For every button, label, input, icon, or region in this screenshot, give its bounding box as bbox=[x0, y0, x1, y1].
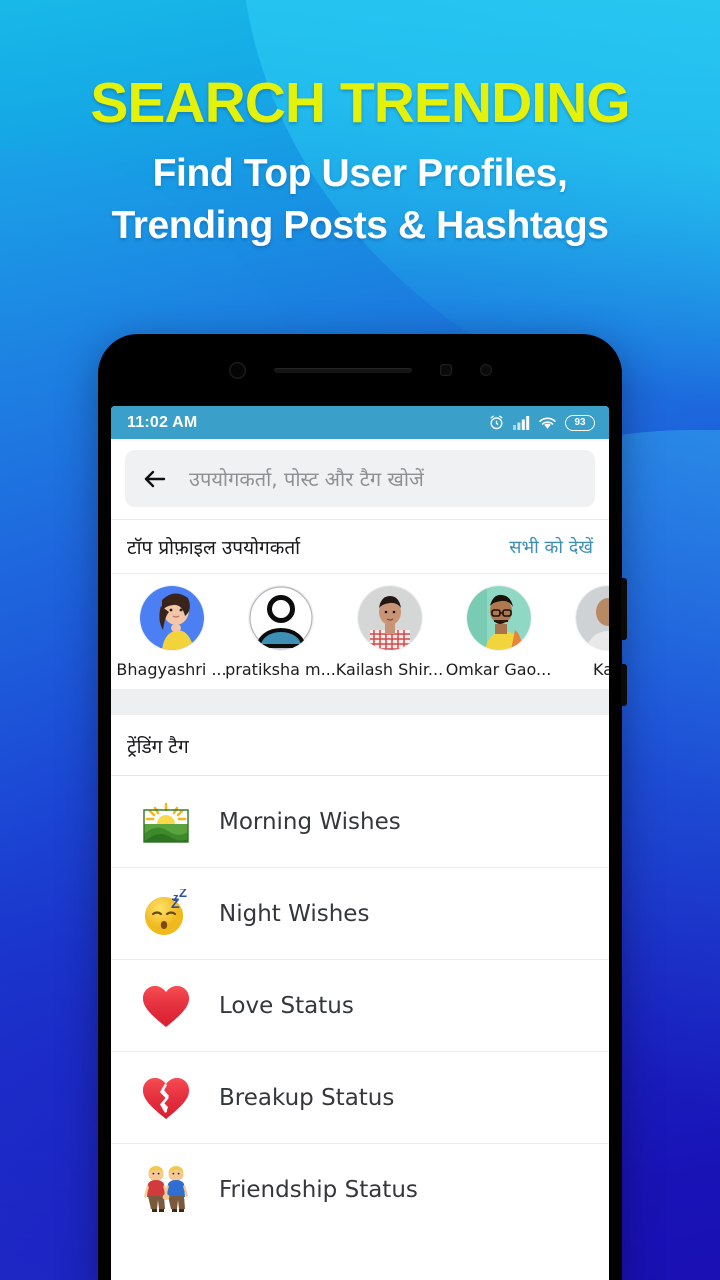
avatar[interactable] bbox=[248, 586, 313, 650]
list-item[interactable]: Friendship Status bbox=[111, 1143, 609, 1235]
front-camera-icon bbox=[228, 361, 246, 379]
wifi-icon bbox=[538, 416, 557, 430]
see-all-link[interactable]: सभी को देखें bbox=[509, 535, 593, 559]
volume-button[interactable] bbox=[621, 578, 627, 640]
broken-heart-emoji bbox=[139, 1071, 193, 1125]
status-bar: 11:02 AM 93 bbox=[111, 406, 609, 439]
profile-name: Bhagyashri ... bbox=[116, 660, 227, 679]
profile-name: Kail bbox=[593, 660, 609, 679]
profile-name: Kailash Shir... bbox=[335, 660, 444, 679]
signal-icon bbox=[513, 415, 530, 430]
alarm-icon bbox=[488, 414, 505, 431]
section-divider bbox=[111, 689, 609, 715]
search-input[interactable]: उपयोगकर्ता, पोस्ट और टैग खोजें bbox=[189, 465, 424, 492]
list-item[interactable]: Breakup Status bbox=[111, 1051, 609, 1143]
avatar[interactable] bbox=[357, 586, 422, 650]
trending-tags-list: Morning Wishes z Z Z Night Wishes Love S… bbox=[111, 775, 609, 1235]
list-item-label: Night Wishes bbox=[219, 900, 370, 927]
list-item-label: Morning Wishes bbox=[219, 808, 401, 835]
back-arrow-icon[interactable] bbox=[141, 465, 169, 493]
promo-subtitle-line-2: Trending Posts & Hashtags bbox=[111, 204, 609, 247]
profile-item[interactable]: Kail bbox=[553, 586, 609, 679]
svg-text:Z: Z bbox=[171, 895, 180, 911]
promo-headline: SEARCH TRENDING Find Top User Profiles, … bbox=[0, 70, 720, 252]
list-item-label: Breakup Status bbox=[219, 1084, 395, 1111]
phone-mockup: 11:02 AM 93 उपयोगकर्ता, पोस्ट और टैग खोज… bbox=[98, 334, 627, 1280]
profile-item[interactable]: Bhagyashri ... bbox=[116, 586, 227, 679]
list-item-label: Love Status bbox=[219, 992, 354, 1019]
trending-tags-header: ट्रेंडिंग टैग bbox=[111, 715, 609, 775]
phone-screen: 11:02 AM 93 उपयोगकर्ता, पोस्ट और टैग खोज… bbox=[111, 406, 609, 1280]
avatar[interactable] bbox=[575, 586, 609, 650]
search-section: उपयोगकर्ता, पोस्ट और टैग खोजें bbox=[111, 439, 609, 519]
list-item[interactable]: Morning Wishes bbox=[111, 775, 609, 867]
avatar[interactable] bbox=[139, 586, 204, 650]
proximity-sensor-icon bbox=[439, 364, 452, 376]
top-profiles-list[interactable]: Bhagyashri ... pratiksha m... Kailash Sh… bbox=[111, 573, 609, 689]
svg-text:Z: Z bbox=[179, 889, 187, 900]
avatar[interactable] bbox=[466, 586, 531, 650]
profile-name: pratiksha m... bbox=[225, 660, 336, 679]
profile-item[interactable]: Omkar Gao... bbox=[444, 586, 553, 679]
two-men-holding-hands-emoji bbox=[139, 1163, 193, 1217]
top-profiles-header: टॉप प्रोफ़ाइल उपयोगकर्ता सभी को देखें bbox=[111, 519, 609, 573]
promo-title: SEARCH TRENDING bbox=[90, 71, 630, 135]
promo-screenshot: SEARCH TRENDING Find Top User Profiles, … bbox=[0, 0, 720, 1280]
promo-subtitle-line-1: Find Top User Profiles, bbox=[152, 152, 568, 195]
list-item[interactable]: z Z Z Night Wishes bbox=[111, 867, 609, 959]
sleeping-face-emoji: z Z Z bbox=[139, 887, 193, 941]
list-item[interactable]: Love Status bbox=[111, 959, 609, 1051]
light-sensor-icon bbox=[479, 364, 492, 376]
status-bar-time: 11:02 AM bbox=[127, 413, 198, 431]
profile-item[interactable]: Kailash Shir... bbox=[335, 586, 444, 679]
earpiece-speaker bbox=[273, 367, 412, 373]
power-button[interactable] bbox=[621, 664, 627, 706]
sunrise-over-mountains-emoji bbox=[139, 795, 193, 849]
list-item-label: Friendship Status bbox=[219, 1176, 418, 1203]
top-profiles-title: टॉप प्रोफ़ाइल उपयोगकर्ता bbox=[127, 537, 301, 559]
red-heart-emoji bbox=[139, 979, 193, 1033]
profile-name: Omkar Gao... bbox=[445, 660, 552, 679]
trending-tags-title: ट्रेंडिंग टैग bbox=[127, 736, 189, 758]
phone-top-bezel bbox=[98, 334, 622, 406]
search-bar[interactable]: उपयोगकर्ता, पोस्ट और टैग खोजें bbox=[125, 450, 595, 507]
profile-item[interactable]: pratiksha m... bbox=[225, 586, 336, 679]
battery-icon: 93 bbox=[565, 414, 595, 431]
